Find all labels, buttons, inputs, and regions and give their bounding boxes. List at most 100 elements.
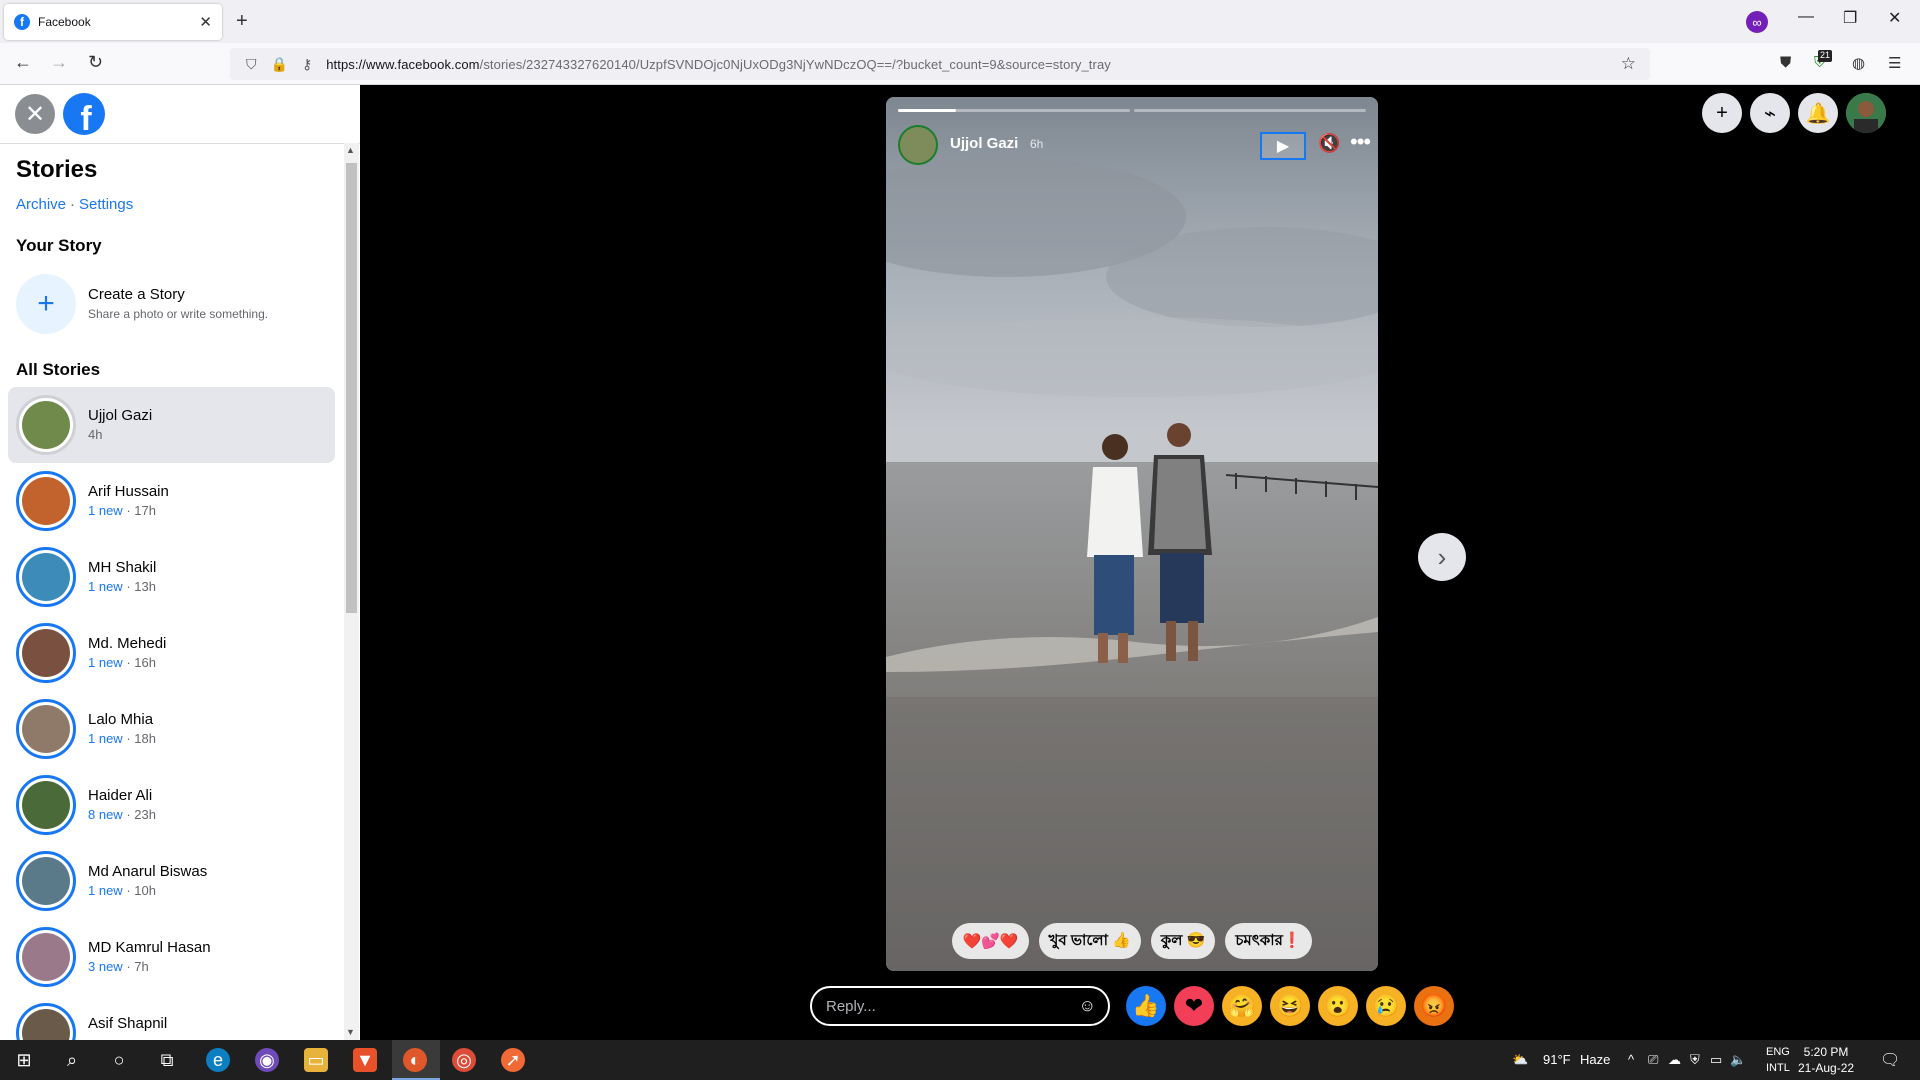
angry-icon[interactable]: 😡 [1414, 986, 1454, 1026]
weather-temp[interactable]: 91°F [1543, 1052, 1571, 1067]
pocket-icon[interactable]: ⛊ [1780, 54, 1791, 71]
close-tab-icon[interactable]: ✕ [199, 13, 212, 31]
messenger-icon[interactable]: ⌁ [1750, 93, 1790, 133]
account-avatar[interactable] [1846, 93, 1886, 133]
care-icon[interactable]: 🤗 [1222, 986, 1262, 1026]
story-item-arif-hussain[interactable]: Arif Hussain 1 new · 17h [8, 463, 335, 539]
avatar-image [22, 1009, 70, 1040]
onedrive-icon[interactable]: ☁ [1668, 1052, 1681, 1068]
scrollbar-thumb[interactable] [346, 163, 357, 613]
create-story-subtitle: Share a photo or write something. [88, 307, 269, 321]
firefox-icon[interactable]: ◐ [403, 1048, 427, 1072]
more-options-icon[interactable]: ••• [1350, 129, 1371, 155]
input-language[interactable]: ENG INTL [1766, 1044, 1790, 1076]
back-icon[interactable]: ← [14, 52, 32, 73]
lock-icon[interactable]: 🔒 [271, 56, 288, 73]
story-author-avatar[interactable] [898, 125, 938, 165]
file-explorer-icon[interactable]: ▭ [304, 1048, 328, 1072]
plus-icon[interactable]: + [16, 274, 76, 334]
story-author-name: Arif Hussain [88, 483, 169, 500]
story-card[interactable]: Ujjol Gazi 6h ▶ 🔇 ••• ❤️💕❤️ খুব ভালো 👍 ক… [886, 97, 1378, 971]
like-icon[interactable]: 👍 [1126, 986, 1166, 1026]
haha-icon[interactable]: 😆 [1270, 986, 1310, 1026]
forward-icon[interactable]: → [50, 52, 68, 73]
key-icon[interactable]: ⚷ [302, 56, 312, 73]
create-story-title: Create a Story [88, 286, 185, 303]
edge-icon[interactable]: e [206, 1048, 230, 1072]
story-item-lalo-mhia[interactable]: Lalo Mhia 1 new · 18h [8, 691, 335, 767]
task-view-icon[interactable]: ⧉ [155, 1048, 179, 1072]
story-header: Ujjol Gazi 6h ▶ 🔇 ••• [898, 123, 1371, 167]
reply-input[interactable] [826, 997, 1066, 1015]
mute-icon[interactable]: 🔇 [1318, 133, 1340, 154]
windows-start-icon[interactable]: ⊞ [12, 1048, 36, 1072]
bookmark-star-icon[interactable]: ☆ [1621, 54, 1636, 74]
story-item-md-kamrul-hasan[interactable]: MD Kamrul Hasan 3 new · 7h [8, 919, 335, 995]
story-item-md-mehedi[interactable]: Md. Mehedi 1 new · 16h [8, 615, 335, 691]
story-author-name: Md Anarul Biswas [88, 863, 208, 880]
quick-reply-cool[interactable]: কুল 😎 [1150, 923, 1216, 959]
close-stories-button[interactable]: ✕ [15, 94, 55, 134]
reload-icon[interactable]: ↻ [88, 52, 103, 73]
quick-reply-excellent[interactable]: চমৎকার❗ [1225, 923, 1312, 959]
story-item-ujjol-gazi[interactable]: Ujjol Gazi 4h [8, 387, 335, 463]
story-item-haider-ali[interactable]: Haider Ali 8 new · 23h [8, 767, 335, 843]
search-icon[interactable]: ⌕ [60, 1048, 84, 1072]
meet-now-icon[interactable]: ⎚ [1648, 1052, 1658, 1068]
story-author-name: MD Kamrul Hasan [88, 939, 211, 956]
notifications-bell-icon[interactable]: 🔔 [1798, 93, 1838, 133]
brave-icon[interactable]: ▼ [353, 1048, 377, 1072]
play-button[interactable]: ▶ [1260, 132, 1306, 160]
avatar-image [22, 477, 70, 525]
new-tab-button[interactable]: + [236, 10, 248, 33]
restore-icon[interactable]: ❐ [1843, 8, 1857, 28]
globe-icon[interactable]: ◍ [1852, 54, 1865, 72]
create-plus-icon[interactable]: + [1702, 93, 1742, 133]
system-clock[interactable]: 5:20 PM 21-Aug-22 [1798, 1044, 1854, 1076]
story-meta: 4h [88, 427, 103, 442]
scroll-up-icon[interactable]: ▲ [346, 145, 355, 155]
story-item-mh-shakil[interactable]: MH Shakil 1 new · 13h [8, 539, 335, 615]
security-icon[interactable]: ⛨ [1690, 1052, 1700, 1068]
private-browsing-icon: ∞ [1746, 11, 1768, 33]
love-icon[interactable]: ❤ [1174, 986, 1214, 1026]
scroll-down-icon[interactable]: ▼ [346, 1027, 355, 1037]
weather-desc[interactable]: Haze [1580, 1052, 1610, 1067]
archive-link[interactable]: Archive [16, 196, 66, 213]
avatar [16, 395, 76, 455]
notifications-icon[interactable]: 🗨 [1880, 1050, 1900, 1070]
menu-icon[interactable]: ☰ [1888, 54, 1901, 72]
network-icon[interactable]: ▭ [1710, 1052, 1722, 1068]
weather-icon[interactable]: ⛅ [1512, 1052, 1528, 1068]
chrome-icon[interactable]: ◎ [452, 1048, 476, 1072]
volume-icon[interactable]: 🔈 [1730, 1052, 1746, 1068]
next-story-button[interactable]: › [1418, 533, 1466, 581]
avatar-image [22, 553, 70, 601]
story-meta: 1 new · 16h [88, 655, 156, 670]
settings-link[interactable]: Settings [79, 196, 133, 213]
wow-icon[interactable]: 😮 [1318, 986, 1358, 1026]
shield-icon[interactable]: ⛉ [246, 56, 257, 73]
avatar [16, 1003, 76, 1040]
minimize-icon[interactable]: — [1798, 8, 1814, 26]
stories-sidebar: ✕ f Stories Archive · Settings Your Story … [0, 85, 360, 1040]
url-text[interactable]: https://www.facebook.com/stories/2327433… [326, 57, 1111, 72]
browser-tab-facebook[interactable]: f Facebook ✕ [4, 4, 222, 40]
cortana-icon[interactable]: ○ [107, 1048, 131, 1072]
story-time: 6h [1030, 137, 1044, 151]
sad-icon[interactable]: 😢 [1366, 986, 1406, 1026]
tray-chevron-icon[interactable]: ^ [1628, 1052, 1634, 1067]
reply-box[interactable]: ☺ [810, 986, 1110, 1026]
story-item-asif-shapnil[interactable]: Asif Shapnil [8, 995, 335, 1040]
compass-app-icon[interactable]: ➚ [501, 1048, 525, 1072]
facebook-logo-icon[interactable]: f [63, 93, 105, 135]
story-item-md-anarul-biswas[interactable]: Md Anarul Biswas 1 new · 10h [8, 843, 335, 919]
story-author-name[interactable]: Ujjol Gazi [950, 135, 1018, 152]
window-close-icon[interactable]: ✕ [1888, 8, 1901, 28]
url-bar[interactable]: ⛉ 🔒 ⚷ https://www.facebook.com/stories/2… [230, 48, 1650, 80]
quick-reply-very-good[interactable]: খুব ভালো 👍 [1038, 923, 1141, 959]
sidebar-scrollbar[interactable]: ▲ ▼ [344, 143, 359, 1040]
sticker-icon[interactable]: ☺ [1079, 996, 1096, 1016]
quick-reply-hearts[interactable]: ❤️💕❤️ [952, 923, 1029, 959]
github-icon[interactable]: ◉ [255, 1048, 279, 1072]
